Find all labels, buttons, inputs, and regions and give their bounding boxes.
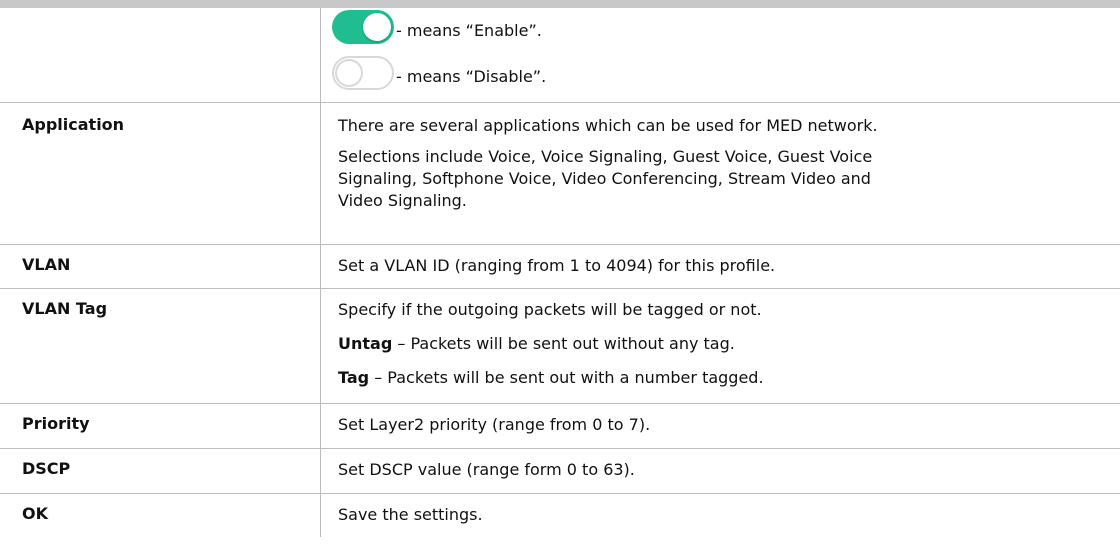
table-row: DSCP Set DSCP value (range form 0 to 63)…	[0, 448, 1120, 494]
desc-text: Signaling, Softphone Voice, Video Confer…	[338, 168, 871, 188]
disable-legend: - means “Disable”.	[332, 44, 1120, 90]
table-row: - means “Enable”. - means “Disable”.	[0, 8, 1120, 103]
untag-desc: Untag – Packets will be sent out without…	[338, 333, 1120, 355]
desc-dscp: Set DSCP value (range form 0 to 63).	[320, 448, 1120, 494]
table-row: VLAN Tag Specify if the outgoing packets…	[0, 288, 1120, 404]
param-vlan-tag: VLAN Tag	[0, 288, 321, 404]
parameter-table: - means “Enable”. - means “Disable”. App…	[0, 8, 1120, 537]
tag-desc: Tag – Packets will be sent out with a nu…	[338, 367, 1120, 389]
desc-text: Specify if the outgoing packets will be …	[338, 299, 762, 319]
param-label: OK	[22, 503, 48, 523]
desc-priority: Set Layer2 priority (range from 0 to 7).	[320, 403, 1120, 449]
untag-term: Untag	[338, 333, 393, 353]
param-ok: OK	[0, 493, 321, 537]
disable-legend-text: - means “Disable”.	[396, 67, 547, 86]
desc-text: Set Layer2 priority (range from 0 to 7).	[338, 414, 651, 434]
desc-text: Save the settings.	[338, 504, 483, 524]
param-label: VLAN	[22, 254, 71, 274]
table-row: Priority Set Layer2 priority (range from…	[0, 403, 1120, 449]
tag-term: Tag	[338, 367, 370, 387]
desc-application: There are several applications which can…	[320, 102, 1120, 245]
desc-text: There are several applications which can…	[338, 115, 878, 135]
param-label: Priority	[22, 413, 90, 433]
top-border	[0, 0, 1120, 8]
desc-vlan: Set a VLAN ID (ranging from 1 to 4094) f…	[320, 244, 1120, 289]
param-dscp: DSCP	[0, 448, 321, 494]
toggle-legend-cell: - means “Enable”. - means “Disable”.	[320, 8, 1120, 103]
param-label: Application	[22, 114, 125, 134]
param-vlan: VLAN	[0, 244, 321, 289]
param-label: DSCP	[22, 458, 71, 478]
toggle-on-icon	[332, 10, 394, 44]
desc-text: Selections include Voice, Voice Signalin…	[338, 146, 873, 166]
desc-ok: Save the settings.	[321, 493, 1120, 537]
desc-text: Video Signaling.	[338, 190, 467, 210]
param-priority: Priority	[0, 403, 321, 449]
desc-text: Set a VLAN ID (ranging from 1 to 4094) f…	[338, 255, 776, 275]
enable-legend-text: - means “Enable”.	[396, 21, 542, 40]
desc-text: Set DSCP value (range form 0 to 63).	[338, 459, 635, 479]
enable-legend: - means “Enable”.	[332, 8, 1120, 44]
desc-vlan-tag: Specify if the outgoing packets will be …	[320, 288, 1120, 404]
untag-text: – Packets will be sent out without any t…	[392, 333, 735, 353]
table-row: VLAN Set a VLAN ID (ranging from 1 to 40…	[0, 244, 1120, 289]
toggle-off-icon	[332, 56, 394, 90]
empty-param-cell	[0, 8, 321, 103]
tag-text: – Packets will be sent out with a number…	[369, 367, 764, 387]
param-label: VLAN Tag	[22, 298, 108, 318]
table-row: Application There are several applicatio…	[0, 102, 1120, 245]
table-row: OK Save the settings.	[0, 493, 1120, 537]
param-application: Application	[0, 102, 321, 245]
